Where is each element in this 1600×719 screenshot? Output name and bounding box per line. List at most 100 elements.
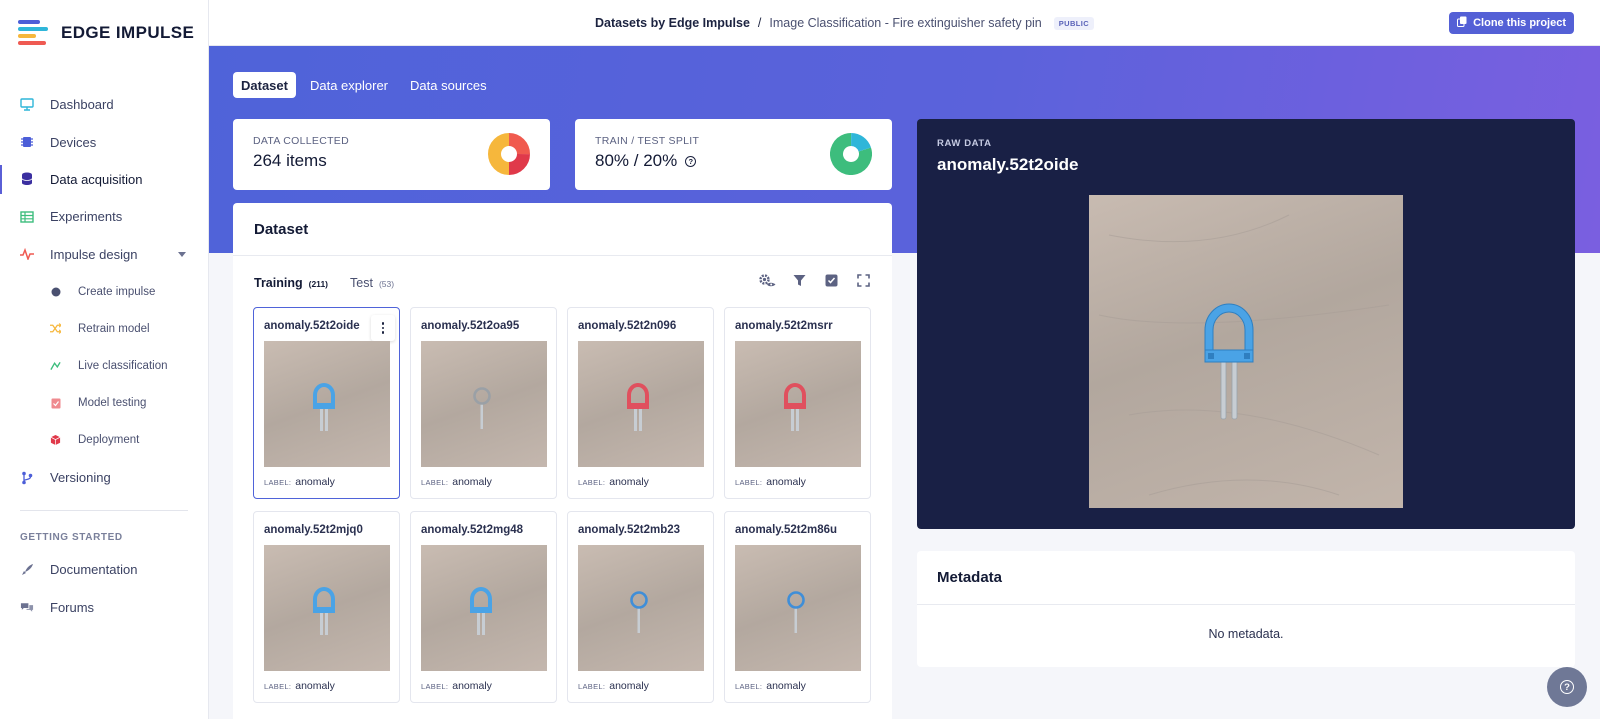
sample-thumbnail[interactable]: [578, 341, 704, 467]
sample-thumbnail[interactable]: [735, 545, 861, 671]
sidebar-item-label: Deployment: [78, 434, 140, 447]
sidebar-item-retrain-model[interactable]: Retrain model: [0, 310, 208, 347]
branch-icon: [20, 471, 34, 485]
raw-data-title: anomaly.52t2oide: [937, 155, 1079, 174]
public-badge: PUBLIC: [1053, 16, 1095, 30]
sidebar-item-forums[interactable]: Forums: [0, 589, 208, 626]
label-key: LABEL:: [735, 478, 763, 487]
sample-card[interactable]: anomaly.52t2mg48 LABEL: anomaly: [410, 511, 557, 703]
filter-icon[interactable]: [790, 271, 808, 289]
tab-test[interactable]: Test (53): [350, 276, 394, 290]
breadcrumb-project: Image Classification - Fire extinguisher…: [769, 16, 1042, 30]
sidebar: EDGE IMPULSE Dashboard Devices Data acqu…: [0, 0, 209, 719]
safety-pin-picture: [313, 383, 335, 431]
sample-card[interactable]: anomaly.52t2mb23 LABEL: anomaly: [567, 511, 714, 703]
sidebar-item-live-classification[interactable]: Live classification: [0, 347, 208, 384]
sample-name: anomaly.52t2m86u: [735, 524, 838, 536]
topbar: Datasets by Edge Impulse / Image Classif…: [209, 0, 1600, 46]
sample-label: anomaly: [609, 476, 649, 488]
sample-name: anomaly.52t2oa95: [421, 320, 520, 332]
sidebar-item-label: Create impulse: [78, 285, 156, 298]
sample-card[interactable]: anomaly.52t2oide LABEL: anomaly: [253, 307, 400, 499]
sidebar-item-deployment[interactable]: Deployment: [0, 422, 208, 459]
sample-label: anomaly: [452, 680, 492, 692]
train-test-split-donut-icon: [830, 133, 872, 175]
sidebar-item-devices[interactable]: Devices: [0, 123, 208, 160]
tab-dataset[interactable]: Dataset: [233, 72, 296, 98]
select-checkbox-icon[interactable]: [822, 271, 840, 289]
chip-icon: [20, 135, 34, 149]
copy-icon: [1457, 16, 1467, 30]
sidebar-item-impulse-design[interactable]: Impulse design: [0, 236, 208, 273]
sidebar-item-label: Versioning: [50, 470, 111, 486]
expand-icon[interactable]: [854, 271, 872, 289]
sidebar-item-label: Dashboard: [50, 97, 114, 113]
tab-data-sources[interactable]: Data sources: [402, 72, 495, 98]
sample-thumbnail[interactable]: [578, 545, 704, 671]
safety-pin-image: [1098, 214, 1390, 496]
tab-training[interactable]: Training (211): [254, 276, 328, 290]
sample-label-row: LABEL: anomaly: [421, 476, 546, 488]
dataset-panel-title: Dataset: [233, 203, 892, 256]
sample-thumbnail[interactable]: [264, 341, 390, 467]
label-key: LABEL:: [264, 682, 292, 691]
label-key: LABEL:: [264, 478, 292, 487]
rocket-icon: [20, 563, 34, 577]
sample-label-row: LABEL: anomaly: [735, 680, 860, 692]
metadata-title: Metadata: [917, 551, 1575, 605]
question-icon: ?: [1560, 680, 1574, 694]
breadcrumb-owner[interactable]: Datasets by Edge Impulse: [595, 16, 750, 30]
safety-pin-picture: [473, 387, 491, 429]
tab-training-label: Training: [254, 276, 303, 290]
raw-data-panel: RAW DATA anomaly.52t2oide: [917, 119, 1575, 529]
help-button[interactable]: ?: [1547, 667, 1587, 707]
sidebar-item-documentation[interactable]: Documentation: [0, 551, 208, 588]
label-key: LABEL:: [735, 682, 763, 691]
sidebar-item-data-acquisition[interactable]: Data acquisition: [0, 161, 208, 198]
label-key: LABEL:: [421, 478, 449, 487]
sample-name: anomaly.52t2mjq0: [264, 524, 363, 536]
sidebar-item-dashboard[interactable]: Dashboard: [0, 86, 208, 123]
more-options-icon[interactable]: [371, 315, 395, 341]
safety-pin-picture: [630, 591, 648, 633]
train-test-split-card: TRAIN / TEST SPLIT 80% / 20% ?: [575, 119, 892, 190]
section-label-getting-started: GETTING STARTED: [20, 531, 123, 543]
chevron-down-icon[interactable]: [178, 251, 186, 257]
sample-thumbnail[interactable]: [421, 545, 547, 671]
dot-icon: [50, 286, 61, 297]
raw-data-label: RAW DATA: [937, 138, 992, 149]
brand-logo[interactable]: EDGE IMPULSE: [18, 20, 194, 46]
sample-label: anomaly: [295, 476, 335, 488]
sample-card[interactable]: anomaly.52t2msrr LABEL: anomaly: [724, 307, 871, 499]
sample-name: anomaly.52t2mg48: [421, 524, 524, 536]
sample-thumbnail[interactable]: [264, 545, 390, 671]
sidebar-nav: Dashboard Devices Data acquisition Exper…: [0, 86, 208, 626]
sample-card[interactable]: anomaly.52t2oa95 LABEL: anomaly: [410, 307, 557, 499]
sidebar-item-label: Experiments: [50, 209, 123, 225]
sample-label-row: LABEL: anomaly: [264, 476, 389, 488]
sidebar-item-model-testing[interactable]: Model testing: [0, 385, 208, 422]
table-icon: [20, 210, 34, 224]
sample-card[interactable]: anomaly.52t2n096 LABEL: anomaly: [567, 307, 714, 499]
view-settings-icon[interactable]: [758, 271, 776, 289]
help-icon[interactable]: ?: [685, 155, 697, 167]
database-icon: [20, 172, 34, 186]
tab-test-count: (53): [378, 279, 395, 289]
sidebar-item-versioning[interactable]: Versioning: [0, 459, 208, 496]
label-key: LABEL:: [421, 682, 449, 691]
tab-data-explorer[interactable]: Data explorer: [302, 72, 396, 98]
sample-card[interactable]: anomaly.52t2m86u LABEL: anomaly: [724, 511, 871, 703]
sample-label: anomaly: [295, 680, 335, 692]
sample-label: anomaly: [452, 476, 492, 488]
sample-card[interactable]: anomaly.52t2mjq0 LABEL: anomaly: [253, 511, 400, 703]
data-collected-card: DATA COLLECTED 264 items: [233, 119, 550, 190]
sample-label: anomaly: [766, 680, 806, 692]
breadcrumb: Datasets by Edge Impulse / Image Classif…: [595, 0, 1095, 46]
sidebar-item-experiments[interactable]: Experiments: [0, 198, 208, 235]
sample-thumbnail[interactable]: [421, 341, 547, 467]
sample-thumbnail[interactable]: [735, 341, 861, 467]
sample-label-row: LABEL: anomaly: [421, 680, 546, 692]
sidebar-item-label: Model testing: [78, 397, 147, 410]
clone-project-button[interactable]: Clone this project: [1449, 12, 1574, 34]
sidebar-item-create-impulse[interactable]: Create impulse: [0, 273, 208, 310]
